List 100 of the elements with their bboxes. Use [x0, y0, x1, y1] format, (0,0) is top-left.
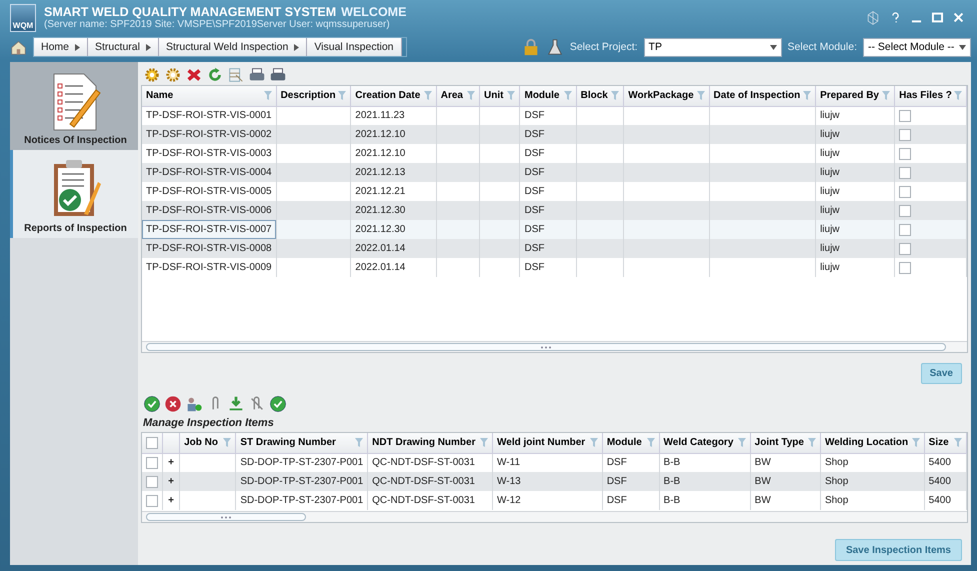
delete-icon[interactable]: [185, 66, 203, 84]
filter-icon[interactable]: [355, 438, 364, 448]
filter-icon[interactable]: [480, 438, 488, 448]
table-row[interactable]: TP-DSF-ROI-STR-VIS-0007 2021.12.30 DSF liujw: [142, 220, 966, 239]
table-row[interactable]: TP-DSF-ROI-STR-VIS-0005 2021.12.21 DSF liujw: [142, 182, 966, 201]
breadcrumb-link[interactable]: Visual Inspection: [307, 38, 402, 56]
expand-toggle[interactable]: +: [162, 491, 180, 510]
column-header[interactable]: Welding Location: [820, 433, 924, 453]
refresh-icon[interactable]: [206, 66, 224, 84]
filter-icon[interactable]: [803, 91, 812, 100]
grip-icon[interactable]: [220, 516, 232, 518]
column-header[interactable]: Block: [576, 86, 624, 106]
flask-icon[interactable]: [546, 38, 564, 56]
maximize-icon[interactable]: [931, 11, 944, 24]
column-header[interactable]: Date of Inspection: [709, 86, 816, 106]
caret-icon[interactable]: [770, 44, 777, 50]
checkbox[interactable]: [899, 186, 912, 198]
table-row[interactable]: TP-DSF-ROI-STR-VIS-0002 2021.12.10 DSF liujw: [142, 125, 966, 144]
column-header[interactable]: Joint Type: [750, 433, 820, 453]
caret-icon[interactable]: [959, 44, 966, 50]
filter-icon[interactable]: [954, 438, 962, 448]
checkbox[interactable]: [899, 204, 912, 216]
filter-icon[interactable]: [467, 91, 476, 100]
filter-icon[interactable]: [808, 438, 816, 448]
filter-icon[interactable]: [424, 91, 432, 100]
column-header[interactable]: Weld joint Number: [492, 433, 602, 453]
filter-icon[interactable]: [507, 91, 516, 100]
sidebar-item[interactable]: Reports of Inspection: [10, 150, 138, 238]
filter-icon[interactable]: [338, 91, 346, 100]
table-cell: W-12: [492, 491, 602, 510]
filter-icon[interactable]: [646, 438, 655, 448]
column-header[interactable]: ST Drawing Number: [236, 433, 368, 453]
column-header[interactable]: Size: [924, 433, 966, 453]
filter-icon[interactable]: [564, 91, 572, 100]
module-dropdown[interactable]: -- Select Module --: [863, 38, 971, 56]
cube-icon[interactable]: [865, 10, 881, 26]
checkbox[interactable]: [146, 494, 158, 506]
filter-icon[interactable]: [611, 91, 620, 100]
table-row[interactable]: TP-DSF-ROI-STR-VIS-0003 2021.12.10 DSF liujw: [142, 144, 966, 163]
filter-icon[interactable]: [738, 438, 746, 448]
grip-icon[interactable]: [540, 346, 552, 348]
table-row[interactable]: TP-DSF-ROI-STR-VIS-0004 2021.12.13 DSF liujw: [142, 163, 966, 182]
padlock-icon[interactable]: [522, 38, 540, 56]
horizontal-scrollbar[interactable]: [142, 341, 967, 352]
checkbox[interactable]: [146, 436, 158, 449]
column-header[interactable]: NDT Drawing Number: [368, 433, 493, 453]
checkbox[interactable]: [899, 166, 912, 178]
column-header[interactable]: WorkPackage: [624, 86, 710, 106]
table-cell: 5400: [924, 491, 966, 510]
checkbox[interactable]: [899, 242, 912, 254]
checkbox[interactable]: [146, 476, 158, 488]
column-header[interactable]: Creation Date: [350, 86, 436, 106]
column-header[interactable]: Job No: [180, 433, 236, 453]
column-header[interactable]: Module: [602, 433, 660, 453]
column-header[interactable]: Unit: [480, 86, 520, 106]
column-chooser-icon[interactable]: [227, 66, 245, 84]
column-header[interactable]: Area: [436, 86, 480, 106]
checkbox[interactable]: [899, 148, 912, 160]
checkbox[interactable]: [899, 262, 912, 274]
filter-icon[interactable]: [912, 438, 920, 448]
gear-icon[interactable]: [143, 66, 161, 84]
window-title: SMART WELD QUALITY MANAGEMENT SYSTEM: [44, 5, 336, 19]
download-icon[interactable]: [227, 395, 245, 413]
table-cell: liujw: [816, 258, 895, 277]
filter-icon[interactable]: [223, 438, 232, 448]
breadcrumb-link[interactable]: Structural Weld Inspection: [158, 38, 308, 56]
sidebar-item[interactable]: Notices Of Inspection: [10, 62, 138, 150]
check-icon[interactable]: [269, 395, 287, 413]
table-row[interactable]: TP-DSF-ROI-STR-VIS-0009 2022.01.14 DSF liujw: [142, 258, 966, 277]
filter-icon[interactable]: [882, 91, 890, 100]
filter-icon[interactable]: [696, 91, 705, 100]
filter-icon[interactable]: [954, 91, 962, 100]
checkbox[interactable]: [146, 456, 158, 469]
column-header[interactable]: Module: [520, 86, 576, 106]
checkbox[interactable]: [899, 128, 912, 140]
check-icon[interactable]: [143, 395, 161, 413]
column-header[interactable]: Prepared By: [816, 86, 895, 106]
gear-icon[interactable]: [164, 66, 182, 84]
horizontal-scrollbar[interactable]: [142, 511, 967, 522]
table-row[interactable]: TP-DSF-ROI-STR-VIS-0001 2021.11.23 DSF liujw: [142, 106, 966, 125]
breadcrumb-link[interactable]: Structural: [88, 38, 159, 56]
close-icon[interactable]: [952, 11, 965, 24]
filter-icon[interactable]: [264, 91, 272, 100]
cancel-icon[interactable]: [164, 395, 182, 413]
home-icon[interactable]: [10, 38, 27, 56]
column-header[interactable]: Weld Category: [659, 433, 750, 453]
project-dropdown[interactable]: TP: [644, 38, 782, 56]
column-header[interactable]: Name: [142, 86, 276, 106]
table-row[interactable]: TP-DSF-ROI-STR-VIS-0008 2022.01.14 DSF liujw: [142, 239, 966, 258]
people-icon[interactable]: [185, 395, 203, 413]
table-row[interactable]: TP-DSF-ROI-STR-VIS-0006 2021.12.30 DSF liujw: [142, 201, 966, 220]
breadcrumb-link[interactable]: Home: [34, 38, 88, 56]
checkbox[interactable]: [899, 224, 912, 236]
checkbox[interactable]: [899, 110, 912, 122]
column-header[interactable]: Description: [276, 86, 351, 106]
arrow-icon: [294, 44, 300, 50]
app-logo: WQM: [10, 4, 36, 32]
filter-icon[interactable]: [590, 438, 598, 448]
column-header[interactable]: Has Files ?: [894, 86, 966, 106]
table-cell: 2022.01.14: [350, 258, 436, 277]
